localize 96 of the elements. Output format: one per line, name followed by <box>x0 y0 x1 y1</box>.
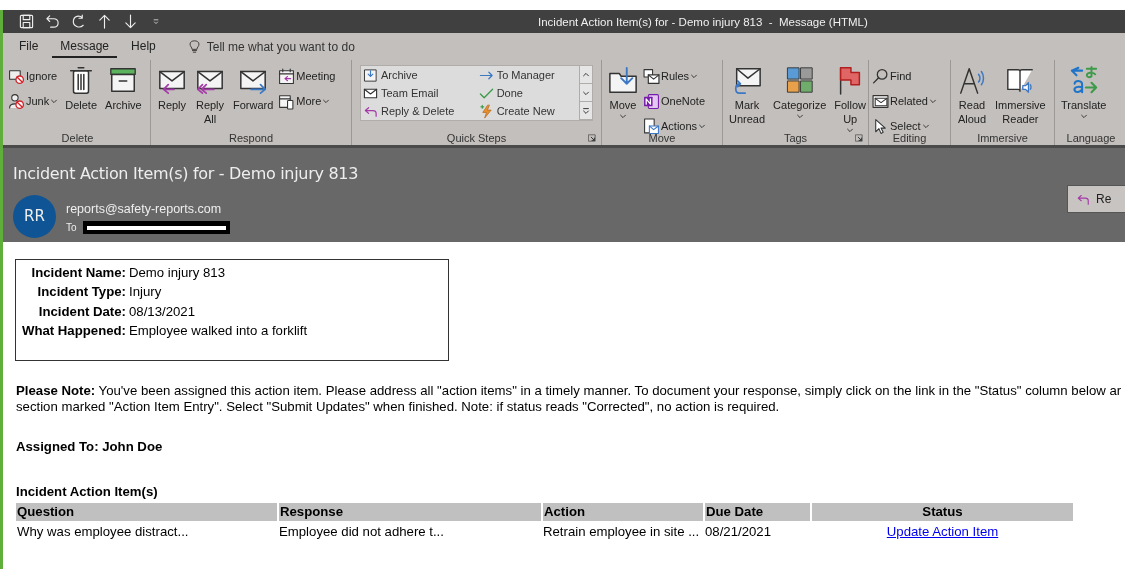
ribbon-button[interactable]: Rules <box>643 65 709 87</box>
group-label: Tags <box>783 132 808 145</box>
group-label: Editing <box>892 132 927 145</box>
table-cell: 08/21/2021 <box>704 520 811 543</box>
group-label: Respond <box>228 132 273 145</box>
search-icon <box>872 67 889 85</box>
column-header: Status <box>811 502 1074 521</box>
table-cell: Employee did not adhere t... <box>278 520 542 543</box>
group-label: Immersive <box>977 132 1028 145</box>
translate-icon <box>1068 65 1099 95</box>
field-value: Employee walked into a forklift <box>129 322 308 341</box>
column-header: Due Date <box>704 502 811 521</box>
status-link[interactable]: Update Action Item <box>886 523 999 539</box>
envelope-rules-icon <box>643 67 660 85</box>
color-grid-icon <box>784 65 815 95</box>
ribbon-button[interactable]: Meeting <box>278 65 338 87</box>
notebook-icon <box>643 92 660 110</box>
ribbon-button[interactable]: Forward <box>230 65 277 112</box>
chevron-up-icon <box>582 70 590 79</box>
ribbon-button[interactable]: Move <box>605 65 641 120</box>
ribbon-button[interactable]: Related <box>872 90 939 112</box>
field-value: Injury <box>129 283 162 302</box>
assigned-to-text: Assigned To: John Doe <box>16 438 164 456</box>
ribbon-tab[interactable]: Message <box>52 35 118 58</box>
ribbon-button[interactable]: Read Aloud <box>954 65 990 126</box>
quick-step[interactable]: Archive <box>363 66 479 84</box>
calendar-reply-icon <box>278 67 296 85</box>
message-subject: Incident Action Item(s) for - Demo injury 813 <box>13 163 359 185</box>
table-cell: Retrain employee in site ... <box>542 520 704 543</box>
ribbon-button[interactable]: Find <box>872 65 939 87</box>
calendar-phone-icon <box>278 92 296 110</box>
field-value: Demo injury 813 <box>129 263 226 282</box>
window-title: Incident Action Item(s) for - Demo injury 813 - Message (HTML) <box>538 15 868 30</box>
ribbon-button[interactable]: Reply All <box>192 65 228 126</box>
ribbon-button[interactable]: Mark Unread <box>726 65 769 126</box>
customize-icon <box>151 16 161 27</box>
ribbon-button[interactable]: Follow Up <box>831 65 870 134</box>
column-header: Question <box>16 502 278 521</box>
ribbon-button[interactable]: Reply <box>154 65 190 112</box>
save-icon <box>18 14 34 29</box>
ribbon-button[interactable]: Archive <box>102 65 145 112</box>
lightbulb-icon <box>187 39 201 54</box>
ribbon-button[interactable]: Ignore <box>8 65 61 87</box>
sender-avatar: RR <box>13 195 56 238</box>
cursor-icon <box>872 117 889 135</box>
dialog-launcher-button[interactable] <box>587 133 597 143</box>
header-action-button[interactable]: Re <box>1067 185 1125 213</box>
lightning-icon <box>478 103 494 119</box>
ribbon-button[interactable]: Immersive Reader <box>992 65 1049 126</box>
field-label: Incident Date: <box>37 302 126 321</box>
tell-me-field[interactable]: Tell me what you want to do <box>206 36 407 57</box>
ribbon-button[interactable]: OneNote <box>643 90 709 112</box>
letter-sound-icon <box>957 65 987 95</box>
person-blocked-icon <box>8 92 25 110</box>
gallery-expand-button[interactable] <box>580 102 592 120</box>
ribbon-tab[interactable]: File <box>11 35 47 58</box>
ribbon-button[interactable]: More <box>278 90 338 112</box>
quick-step[interactable]: Create New <box>478 102 579 120</box>
column-header: Response <box>278 502 542 521</box>
group-label: Language <box>1066 132 1116 145</box>
field-value: 08/13/2021 <box>129 302 195 321</box>
ribbon-button[interactable]: Junk <box>8 90 61 112</box>
expand-icon <box>582 106 590 115</box>
table-title: Incident Action Item(s) <box>16 482 159 501</box>
document-envelope-icon <box>643 117 660 135</box>
launcher-icon <box>855 134 863 142</box>
launcher-icon <box>588 134 596 142</box>
envelope-icon <box>872 92 889 110</box>
envelope-unread-icon <box>732 65 763 95</box>
redo-icon <box>70 14 86 29</box>
field-label: Incident Type: <box>36 283 126 302</box>
arrow-up-icon <box>96 14 112 29</box>
note-paragraph: Please Note: You've been assigned this action item. Please address all "action items" in a timely manner. To document your response, simply click on the link in the "Status" column below ar section marked "Action Item Entry". Select "Submit Updates" when finished. Note: if status reads "Corrected", no action is required. <box>16 383 1122 415</box>
group-label: Quick Steps <box>446 132 507 145</box>
save-button[interactable] <box>17 12 35 31</box>
ribbon-button[interactable]: Categorize <box>770 65 830 120</box>
ribbon-button[interactable]: Delete <box>62 65 101 112</box>
to-label: To <box>66 221 77 235</box>
quick-step[interactable]: To Manager <box>478 66 579 84</box>
undo-icon <box>44 14 60 29</box>
quick-step[interactable]: Done <box>478 84 579 102</box>
dialog-launcher-button[interactable] <box>854 133 864 143</box>
arrow-down-icon <box>122 14 138 29</box>
quick-step[interactable]: Team Email <box>363 84 479 102</box>
quick-step[interactable]: Reply & Delete <box>363 102 479 120</box>
field-label: What Happened: <box>20 322 126 341</box>
folder-arrow-icon <box>608 65 638 95</box>
field-label: Incident Name: <box>30 263 126 282</box>
reply-arrow-icon <box>1076 192 1090 206</box>
group-label: Delete <box>61 132 94 145</box>
ribbon-button[interactable]: Translate <box>1058 65 1110 120</box>
column-header: Action <box>542 502 704 521</box>
ribbon-tab[interactable]: Help <box>123 35 164 58</box>
table-cell: Why was employee distract... <box>16 520 278 543</box>
sender-address: reports@safety-reports.com <box>66 201 222 218</box>
undo-button[interactable] <box>43 12 61 31</box>
